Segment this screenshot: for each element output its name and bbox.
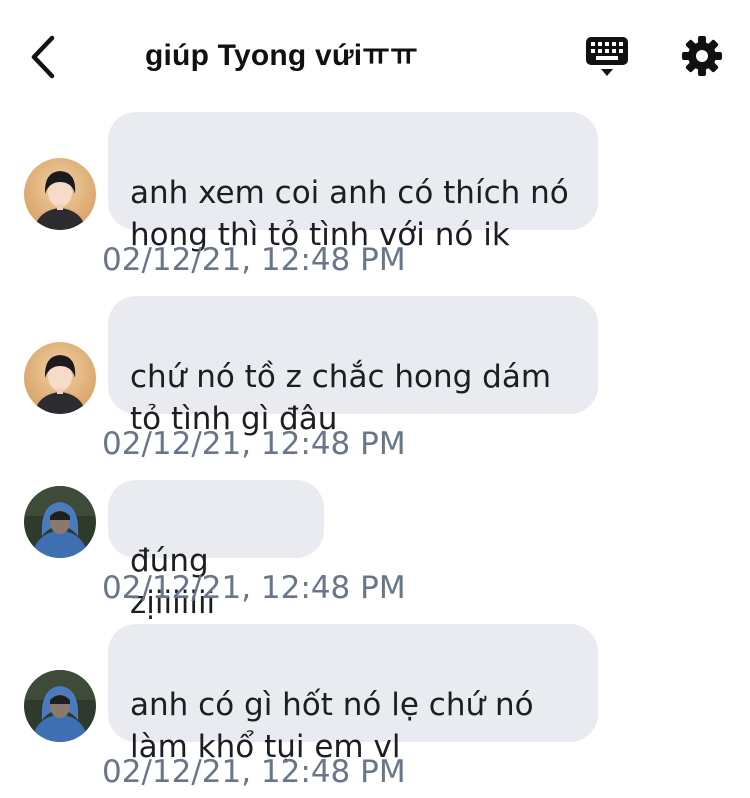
- message-timestamp: 02/12/21, 12:48 PM: [102, 242, 406, 278]
- message-item: đúng zịiiiiiii 02/12/21, 12:48 PM: [0, 478, 750, 621]
- message-bubble[interactable]: anh có gì hốt nó lẹ chứ nó làm khổ tụi e…: [108, 624, 598, 765]
- message-bubble[interactable]: đúng zịiiiiiii: [108, 480, 324, 621]
- avatar[interactable]: [24, 342, 96, 414]
- avatar-person-blue-hoodie-icon: [24, 486, 96, 558]
- message-bubble[interactable]: anh xem coi anh có thích nó hong thì tỏ …: [108, 112, 598, 253]
- avatar-person-light-hair-icon: [24, 342, 96, 414]
- message-item: chứ nó tồ z chắc hong dám tỏ tình gì đâu…: [0, 294, 750, 464]
- message-timestamp: 02/12/21, 12:48 PM: [102, 570, 406, 606]
- avatar-person-blue-hoodie-icon: [24, 670, 96, 742]
- message-timestamp: 02/12/21, 12:48 PM: [102, 426, 406, 462]
- message-item: anh xem coi anh có thích nó hong thì tỏ …: [0, 110, 750, 280]
- avatar[interactable]: [24, 486, 96, 558]
- keyboard-button[interactable]: [584, 34, 630, 80]
- avatar[interactable]: [24, 158, 96, 230]
- avatar[interactable]: [24, 670, 96, 742]
- message-item: anh có gì hốt nó lẹ chứ nó làm khổ tụi e…: [0, 622, 750, 792]
- chat-title: giúp Tyong vứiㅠㅠ: [145, 39, 418, 72]
- message-bubble[interactable]: chứ nó tồ z chắc hong dám tỏ tình gì đâu: [108, 296, 598, 437]
- settings-button[interactable]: [680, 34, 724, 78]
- chevron-left-icon: [31, 35, 55, 79]
- back-button[interactable]: [22, 32, 66, 82]
- chat-header: giúp Tyong vứiㅠㅠ: [0, 0, 750, 110]
- keyboard-icon: [586, 37, 628, 76]
- gear-icon: [682, 36, 722, 76]
- avatar-person-light-hair-icon: [24, 158, 96, 230]
- message-timestamp: 02/12/21, 12:48 PM: [102, 754, 406, 790]
